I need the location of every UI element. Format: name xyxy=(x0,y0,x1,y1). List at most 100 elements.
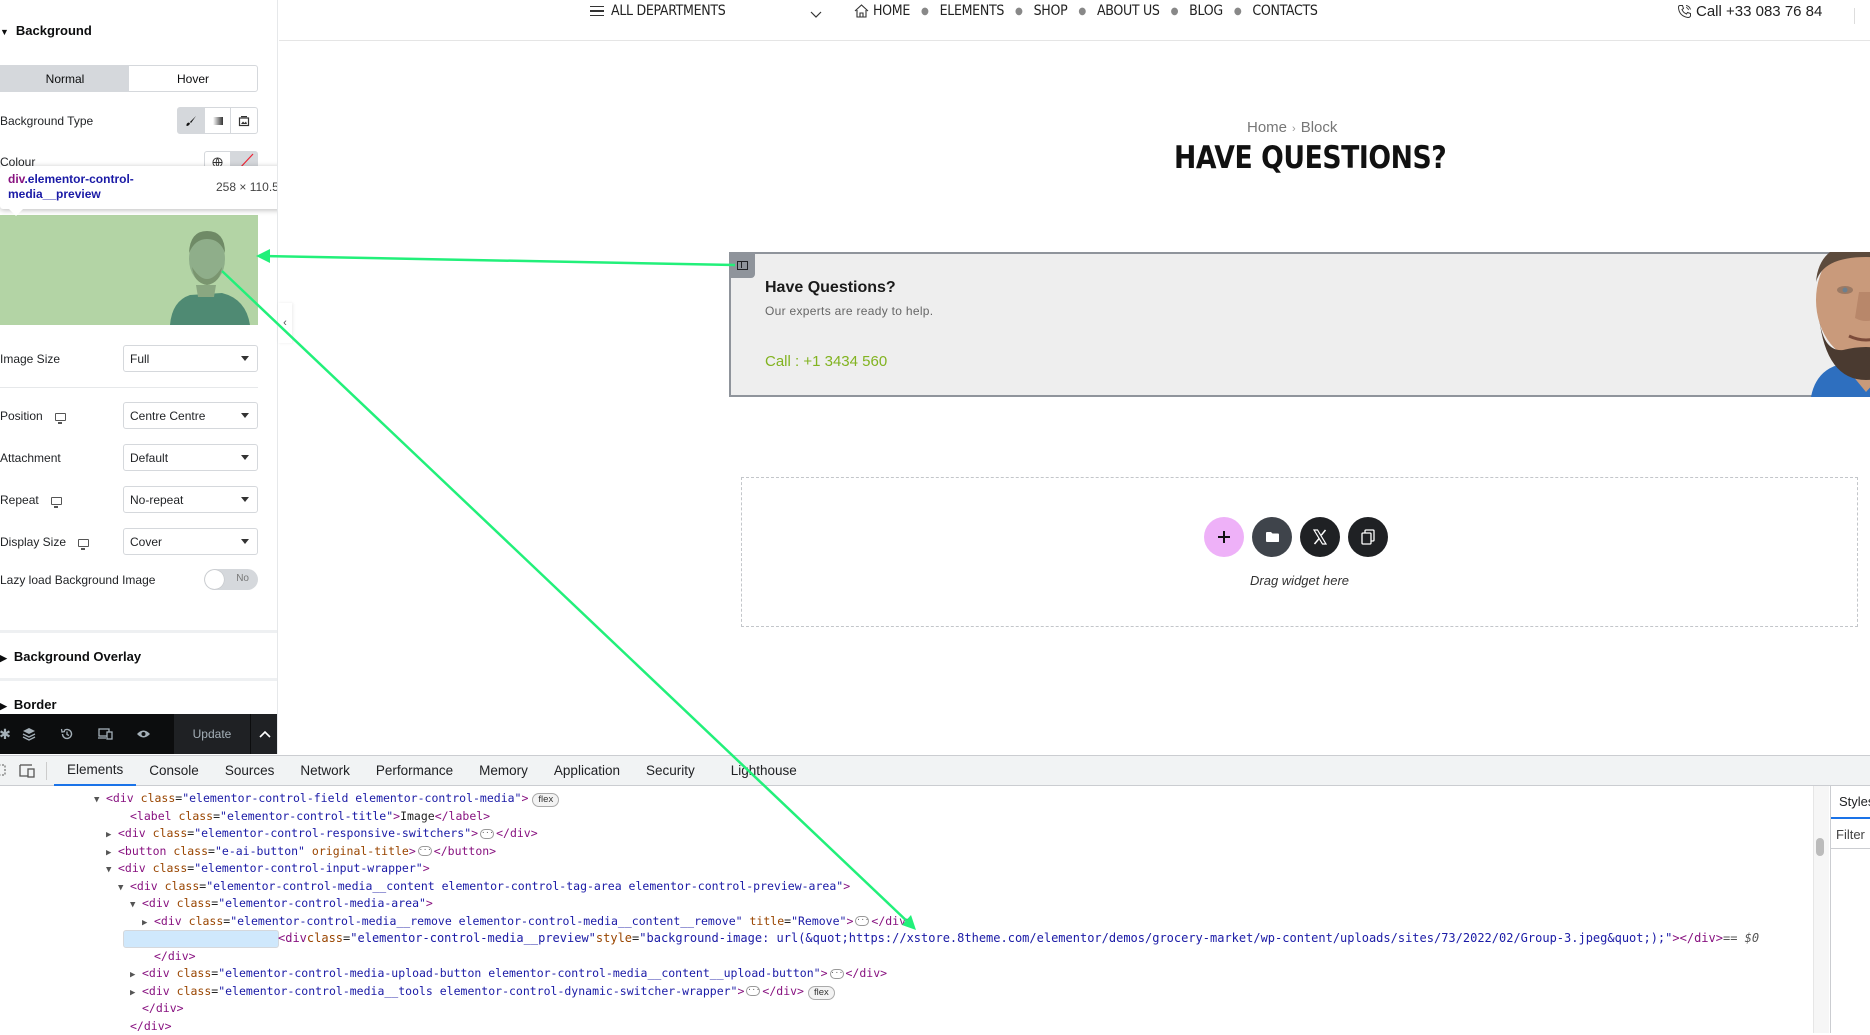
tab-styles[interactable]: Styles xyxy=(1839,794,1870,809)
dom-node[interactable]: ▼<div class="elementor-control-field ele… xyxy=(0,790,1812,808)
dom-node[interactable]: ▶<div class="elementor-control-media__to… xyxy=(0,983,1812,1001)
tab-elements[interactable]: Elements xyxy=(54,756,136,786)
tooltip-dimensions: 258 × 110.56 xyxy=(216,180,278,194)
flex-badge[interactable]: flex xyxy=(808,986,835,1000)
nav-contacts[interactable]: CONTACTS xyxy=(1252,3,1317,19)
tag-name: <div xyxy=(118,861,146,875)
image-size-select[interactable]: Full xyxy=(123,345,258,372)
chevron-up-icon[interactable] xyxy=(251,714,278,754)
caret-down-icon xyxy=(241,413,249,418)
flex-badge[interactable]: flex xyxy=(532,793,559,807)
device-toolbar-icon[interactable] xyxy=(18,756,36,786)
all-departments-button[interactable]: ALL DEPARTMENTS xyxy=(590,3,725,19)
breadcrumb: Home›Block xyxy=(1247,119,1337,136)
section-border-header[interactable]: ▶Border xyxy=(0,697,57,712)
position-select[interactable]: Centre Centre xyxy=(123,402,258,429)
dom-node[interactable]: ▶<div class="elementor-control-media-upl… xyxy=(0,965,1812,983)
position-label: Position xyxy=(0,409,66,423)
section-divider xyxy=(0,678,278,681)
tab-network[interactable]: Network xyxy=(287,756,363,786)
section-background-overlay-header[interactable]: ▶Background Overlay xyxy=(0,649,141,664)
ellipsis-icon[interactable]: ··· xyxy=(418,846,432,856)
closing-tag: </div> xyxy=(846,966,888,980)
template-library-button[interactable] xyxy=(1252,517,1292,557)
questions-block[interactable]: Have Questions? Our experts are ready to… xyxy=(729,252,1870,397)
settings-icon[interactable]: ✱ xyxy=(0,714,10,754)
ellipsis-icon[interactable]: ··· xyxy=(855,916,869,926)
attr-value: "elementor-control-input-wrapper" xyxy=(194,861,422,875)
section-divider xyxy=(0,630,278,633)
desktop-icon[interactable] xyxy=(51,497,62,505)
attr-name: style xyxy=(596,930,632,948)
inspect-element-icon[interactable] xyxy=(0,756,10,786)
responsive-icon[interactable] xyxy=(86,714,124,754)
styles-filter-input[interactable]: Filter xyxy=(1836,827,1865,842)
section-background-header[interactable]: ▼Background xyxy=(0,23,92,38)
repeat-value: No-repeat xyxy=(130,493,183,507)
paste-button[interactable] xyxy=(1348,517,1388,557)
media-preview-highlighted[interactable] xyxy=(0,215,258,325)
tab-sources[interactable]: Sources xyxy=(212,756,288,786)
block-call-link[interactable]: Call : +1 3434 560 xyxy=(765,353,887,370)
tab-security[interactable]: Security xyxy=(633,756,708,786)
nav-blog[interactable]: BLOG xyxy=(1189,3,1223,19)
nav-about-us[interactable]: ABOUT US xyxy=(1097,3,1160,19)
attachment-select[interactable]: Default xyxy=(123,444,258,471)
dom-node[interactable]: ▼<div class="elementor-control-input-wra… xyxy=(0,860,1812,878)
update-button[interactable]: Update xyxy=(174,714,250,754)
dom-node[interactable]: ▼<div class="elementor-control-media-are… xyxy=(0,895,1812,913)
nav-elements[interactable]: ELEMENTS xyxy=(940,3,1004,19)
tab-normal[interactable]: Normal xyxy=(1,66,129,91)
empty-section-dropzone[interactable]: Drag widget here xyxy=(741,477,1858,627)
column-handle-icon[interactable] xyxy=(729,252,755,278)
block-subtitle: Our experts are ready to help. xyxy=(765,304,933,318)
tab-hover[interactable]: Hover xyxy=(129,66,257,91)
dom-node[interactable]: ▶<div class="elementor-control-responsiv… xyxy=(0,825,1812,843)
nav-shop[interactable]: SHOP xyxy=(1034,3,1068,19)
dom-node[interactable]: ▶<div class="elementor-control-media__re… xyxy=(0,913,1812,931)
tab-memory[interactable]: Memory xyxy=(466,756,541,786)
layers-icon[interactable] xyxy=(10,714,48,754)
dom-node[interactable]: ▶<button class="e-ai-button" original-ti… xyxy=(0,843,1812,861)
add-icon xyxy=(1217,530,1231,544)
chevron-down-icon[interactable] xyxy=(810,6,822,24)
nav-separator: ● xyxy=(1234,6,1242,17)
caret-down-icon xyxy=(241,356,249,361)
dom-node-selected[interactable]: <div class="elementor-control-media__pre… xyxy=(123,930,279,948)
gradient-icon[interactable] xyxy=(204,108,231,133)
x-logo-button[interactable] xyxy=(1300,517,1340,557)
dom-tree: ▼<div class="elementor-control-field ele… xyxy=(0,790,1812,1035)
dom-node[interactable]: </div> xyxy=(0,1000,1812,1018)
preview-eye-icon[interactable] xyxy=(124,714,162,754)
paint-brush-icon[interactable] xyxy=(178,108,204,133)
dom-node[interactable]: ▼<div class="elementor-control-media__co… xyxy=(0,878,1812,896)
x-logo-icon xyxy=(1312,529,1328,545)
devtools-tab-bar: Elements Console Sources Network Perform… xyxy=(0,756,1870,786)
slideshow-icon[interactable] xyxy=(230,108,257,133)
ellipsis-icon[interactable]: ··· xyxy=(480,829,494,839)
history-icon[interactable] xyxy=(48,714,86,754)
nav-home[interactable]: HOME xyxy=(873,3,910,19)
attr-value: "elementor-control-media-area" xyxy=(218,896,426,910)
desktop-icon[interactable] xyxy=(78,539,89,547)
add-section-button[interactable] xyxy=(1204,517,1244,557)
breadcrumb-home[interactable]: Home xyxy=(1247,119,1287,136)
repeat-select[interactable]: No-repeat xyxy=(123,486,258,513)
display-size-select[interactable]: Cover xyxy=(123,528,258,555)
tab-console[interactable]: Console xyxy=(136,756,212,786)
tab-application[interactable]: Application xyxy=(541,756,633,786)
tab-performance[interactable]: Performance xyxy=(363,756,466,786)
lazy-load-toggle[interactable]: No xyxy=(204,569,258,590)
desktop-icon[interactable] xyxy=(55,413,66,421)
phone-link[interactable]: Call +33 083 76 84 xyxy=(1677,3,1822,20)
dom-node[interactable]: </div> xyxy=(0,948,1812,966)
attr-name: class xyxy=(141,791,176,805)
tab-lighthouse[interactable]: Lighthouse xyxy=(718,756,810,786)
nav-separator: ● xyxy=(1015,6,1023,17)
dom-node[interactable]: <label class="elementor-control-title">I… xyxy=(0,808,1812,826)
ellipsis-icon[interactable]: ··· xyxy=(746,986,760,996)
attr-name: class xyxy=(189,914,224,928)
dom-tree-scrollbar[interactable] xyxy=(1816,838,1824,856)
dom-node[interactable]: </div> xyxy=(0,1018,1812,1035)
ellipsis-icon[interactable]: ··· xyxy=(830,969,844,979)
